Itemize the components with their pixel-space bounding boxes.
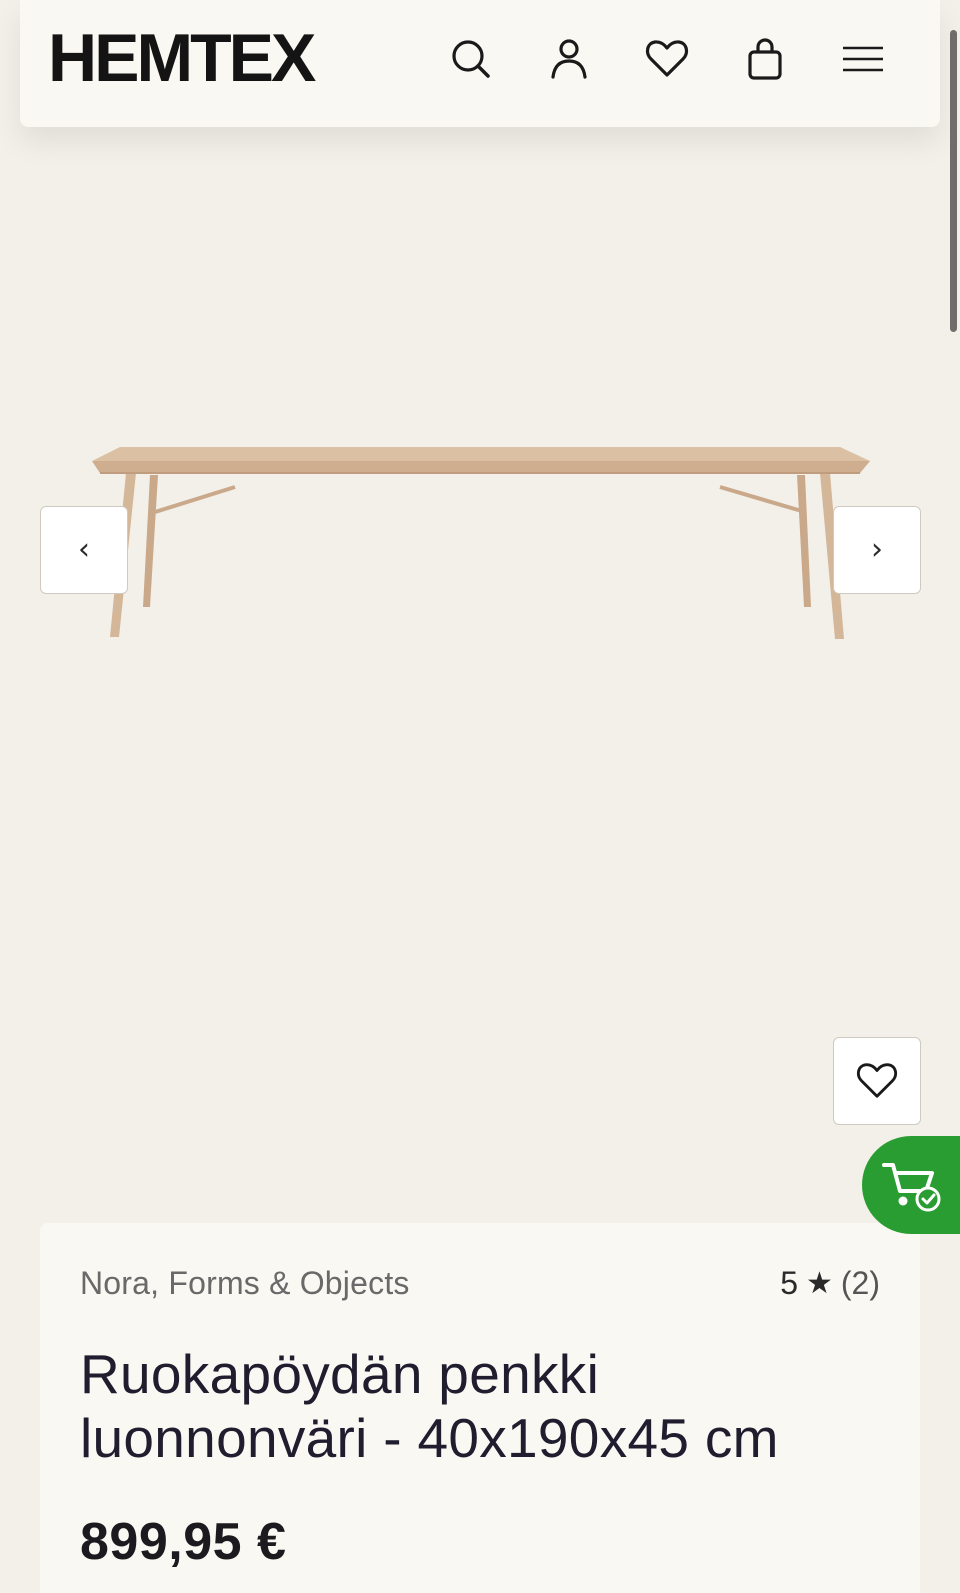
product-gallery: ‹ › xyxy=(0,127,960,1222)
chevron-right-icon: › xyxy=(871,532,883,567)
product-info-card: Nora, Forms & Objects 5 ★ (2) Ruokapöydä… xyxy=(40,1223,920,1593)
product-title-line1: Ruokapöydän penkki xyxy=(80,1343,600,1405)
heart-icon xyxy=(856,1063,898,1098)
bag-icon xyxy=(748,37,782,80)
hemtex-logo[interactable]: HEMTEX xyxy=(48,24,316,92)
search-icon xyxy=(452,39,490,78)
menu-button[interactable] xyxy=(814,29,912,89)
floating-cart-button[interactable] xyxy=(862,1136,960,1234)
product-title: Ruokapöydän penkki luonnonväri - 40x190x… xyxy=(80,1342,880,1470)
account-icon xyxy=(551,38,587,79)
rating-count: (2) xyxy=(840,1265,880,1301)
account-button[interactable] xyxy=(520,29,618,89)
heart-icon xyxy=(645,39,689,77)
wishlist-button[interactable] xyxy=(618,29,716,89)
menu-icon xyxy=(843,46,883,71)
product-image-bench[interactable] xyxy=(70,407,890,817)
page-scrollbar[interactable] xyxy=(950,30,957,332)
product-price: 899,95 € xyxy=(80,1513,287,1571)
product-meta-row: Nora, Forms & Objects 5 ★ (2) xyxy=(80,1265,880,1302)
product-brand-link[interactable]: Nora, Forms & Objects xyxy=(80,1265,410,1302)
gallery-prev-button[interactable]: ‹ xyxy=(40,506,128,594)
header-icon-bar xyxy=(422,29,912,89)
rating-value: 5 xyxy=(780,1265,798,1301)
cart-button[interactable] xyxy=(716,29,814,89)
cart-check-icon xyxy=(882,1163,941,1212)
site-header: HEMTEX xyxy=(20,0,940,127)
add-to-wishlist-button[interactable] xyxy=(833,1037,921,1125)
product-title-line2: luonnonväri - 40x190x45 cm xyxy=(80,1407,779,1469)
star-icon: ★ xyxy=(805,1266,833,1301)
search-button[interactable] xyxy=(422,29,520,89)
product-rating[interactable]: 5 ★ (2) xyxy=(780,1265,880,1302)
gallery-next-button[interactable]: › xyxy=(833,506,921,594)
chevron-left-icon: ‹ xyxy=(78,532,90,567)
page: HEMTEX ‹ › Nora, Forms & Objects 5 ★ (2)… xyxy=(0,0,960,1593)
